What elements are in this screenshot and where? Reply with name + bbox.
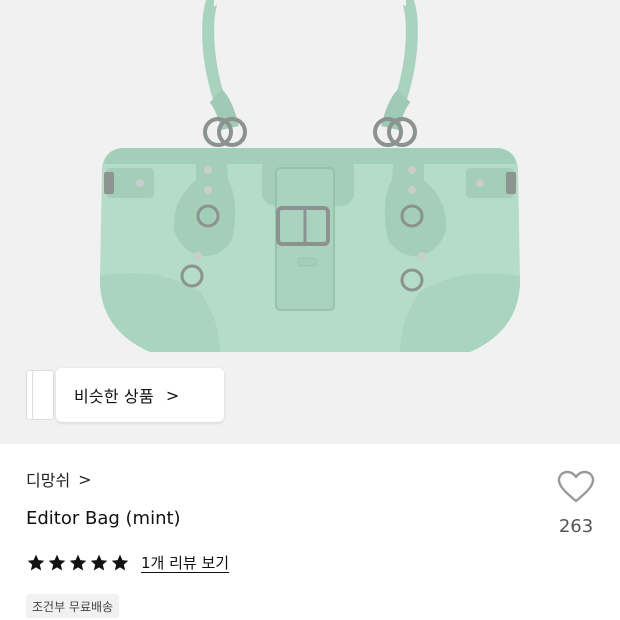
chevron-right-icon: > [165, 385, 180, 405]
similar-products-label: 비슷한 상품 [74, 387, 154, 406]
heart-outline-icon [557, 470, 595, 503]
similar-products-button[interactable]: 비슷한 상품 > [56, 368, 224, 422]
brand-name: 디망쉬 [26, 471, 71, 490]
star-icon [27, 554, 45, 570]
similar-thumbnail [32, 370, 54, 420]
shipping-badge: 조건부 무료배송 [26, 594, 120, 618]
star-icon [69, 554, 87, 570]
chevron-right-icon: > [78, 469, 92, 489]
review-link[interactable]: 1개 리뷰 보기 [141, 552, 229, 573]
brand-link[interactable]: 디망쉬 > [26, 467, 92, 491]
star-icon [48, 554, 66, 570]
product-title: Editor Bag (mint) [26, 508, 181, 529]
rating-row: 1개 리뷰 보기 [26, 552, 229, 573]
product-image-area[interactable]: 비슷한 상품 > [0, 0, 620, 444]
like-button[interactable]: 263 [548, 470, 604, 537]
like-count: 263 [558, 516, 594, 537]
star-icon [111, 554, 129, 570]
star-icon [90, 554, 108, 570]
similar-thumbnails [26, 370, 56, 420]
star-rating [26, 553, 131, 573]
